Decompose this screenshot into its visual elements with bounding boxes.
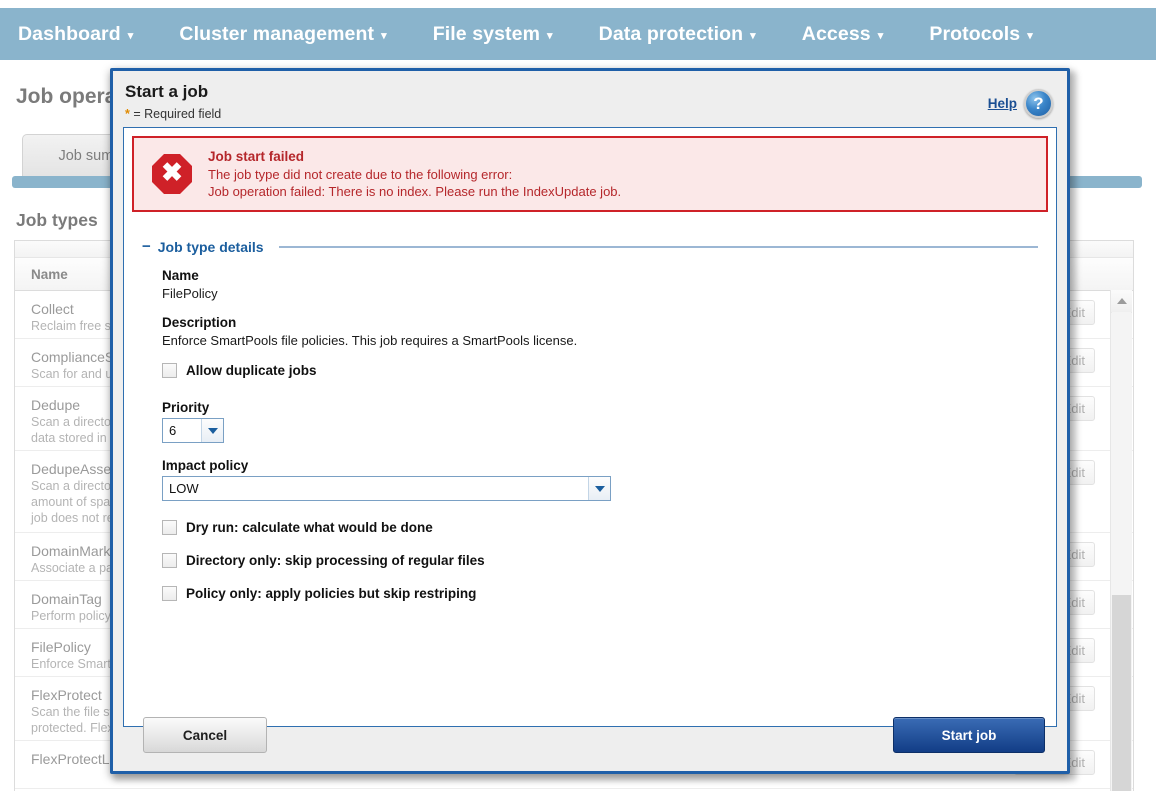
field-name: Name FilePolicy (162, 268, 218, 301)
field-dry-run[interactable]: Dry run: calculate what would be done (162, 520, 433, 535)
impact-policy-select[interactable]: LOW (162, 476, 611, 501)
screen: Dashboard ▾ Cluster management ▾ File sy… (0, 0, 1156, 791)
field-directory-only[interactable]: Directory only: skip processing of regul… (162, 553, 485, 568)
chevron-down-icon: ▾ (381, 29, 387, 42)
priority-select[interactable]: 6 (162, 418, 224, 443)
dialog-footer: Cancel Start job (113, 717, 1067, 771)
scrollbar-track[interactable] (1112, 312, 1131, 595)
nav-item-data-protection[interactable]: Data protection ▾ (599, 23, 756, 46)
impact-policy-selected-value: LOW (169, 481, 199, 496)
dry-run-checkbox[interactable] (162, 520, 177, 535)
error-line-1: The job type did not create due to the f… (208, 166, 513, 182)
description-value: Enforce SmartPools file policies. This j… (162, 333, 578, 348)
required-note-text: = Required field (133, 107, 222, 121)
chevron-down-icon: ▾ (877, 29, 884, 42)
nav-label: Data protection (598, 22, 744, 45)
chevron-down-icon[interactable] (201, 419, 223, 442)
field-description: Description Enforce SmartPools file poli… (162, 315, 577, 348)
nav-item-access[interactable]: Access ▾ (802, 23, 884, 46)
nav-label: Access (801, 22, 871, 45)
impact-policy-label: Impact policy (162, 458, 249, 473)
priority-label: Priority (162, 400, 210, 415)
name-value: FilePolicy (162, 286, 218, 301)
chevron-down-icon: ▾ (750, 29, 756, 42)
dialog-body: ✖ Job start failed The job type did not … (123, 127, 1057, 727)
error-banner: ✖ Job start failed The job type did not … (132, 136, 1048, 212)
priority-selected-value: 6 (169, 423, 177, 438)
error-octagon-icon: ✖ (152, 154, 192, 194)
error-line-2: Job operation failed: There is no index.… (208, 183, 622, 199)
required-asterisk: * (125, 107, 130, 121)
scroll-up-button[interactable] (1111, 290, 1132, 313)
main-navigation: Dashboard ▾ Cluster management ▾ File sy… (0, 8, 1156, 60)
field-impact-policy: Impact policy LOW (162, 458, 611, 501)
section-title-job-types: Job types (16, 210, 98, 230)
nav-item-protocols[interactable]: Protocols ▾ (929, 23, 1032, 46)
error-title: Job start failed (208, 148, 305, 164)
help-area: Help ? (988, 89, 1053, 118)
dialog-title: Start a job (125, 82, 209, 101)
chevron-down-icon: ▾ (547, 29, 553, 42)
nav-label: Dashboard (18, 22, 121, 45)
allow-duplicate-jobs-label: Allow duplicate jobs (186, 363, 317, 378)
nav-label: Cluster management (179, 22, 375, 45)
policy-only-label: Policy only: apply policies but skip res… (186, 586, 477, 601)
dialog-header: Start a job * = Required field Help ? (113, 71, 1067, 127)
triangle-up-icon (1116, 298, 1127, 304)
directory-only-label: Directory only: skip processing of regul… (186, 553, 485, 568)
collapse-icon[interactable]: − (142, 238, 151, 255)
field-priority: Priority 6 (162, 400, 224, 443)
start-job-button[interactable]: Start job (893, 717, 1045, 753)
field-allow-duplicate-jobs[interactable]: Allow duplicate jobs (162, 363, 317, 378)
description-label: Description (162, 315, 237, 330)
nav-item-file-system[interactable]: File system ▾ (433, 23, 553, 46)
field-policy-only[interactable]: Policy only: apply policies but skip res… (162, 586, 476, 601)
question-mark-icon[interactable]: ? (1024, 89, 1053, 118)
required-field-note: * = Required field (125, 107, 221, 121)
fieldset-legend-label: Job type details (157, 238, 264, 255)
fieldset-legend[interactable]: − Job type details (142, 238, 1038, 255)
scrollbar-thumb[interactable] (1112, 595, 1131, 791)
dry-run-label: Dry run: calculate what would be done (186, 520, 433, 535)
error-text-block: Job start failed The job type did not cr… (208, 149, 621, 200)
chevron-down-icon: ▾ (127, 29, 134, 42)
table-scrollbar[interactable] (1110, 290, 1132, 791)
nav-label: File system (432, 22, 541, 45)
policy-only-checkbox[interactable] (162, 586, 177, 601)
help-link[interactable]: Help (988, 96, 1017, 111)
nav-label: Protocols (929, 22, 1021, 45)
chevron-down-icon[interactable] (588, 477, 610, 500)
name-label: Name (162, 268, 199, 283)
allow-duplicate-jobs-checkbox[interactable] (162, 363, 177, 378)
chevron-down-icon: ▾ (1027, 29, 1033, 42)
nav-item-dashboard[interactable]: Dashboard ▾ (18, 23, 133, 46)
legend-rule (278, 245, 1038, 248)
cancel-button[interactable]: Cancel (143, 717, 267, 753)
directory-only-checkbox[interactable] (162, 553, 177, 568)
job-type-details-fieldset: − Job type details (142, 238, 1038, 255)
start-a-job-dialog: Start a job * = Required field Help ? ✖ … (110, 68, 1070, 774)
nav-item-cluster-management[interactable]: Cluster management ▾ (179, 23, 386, 46)
